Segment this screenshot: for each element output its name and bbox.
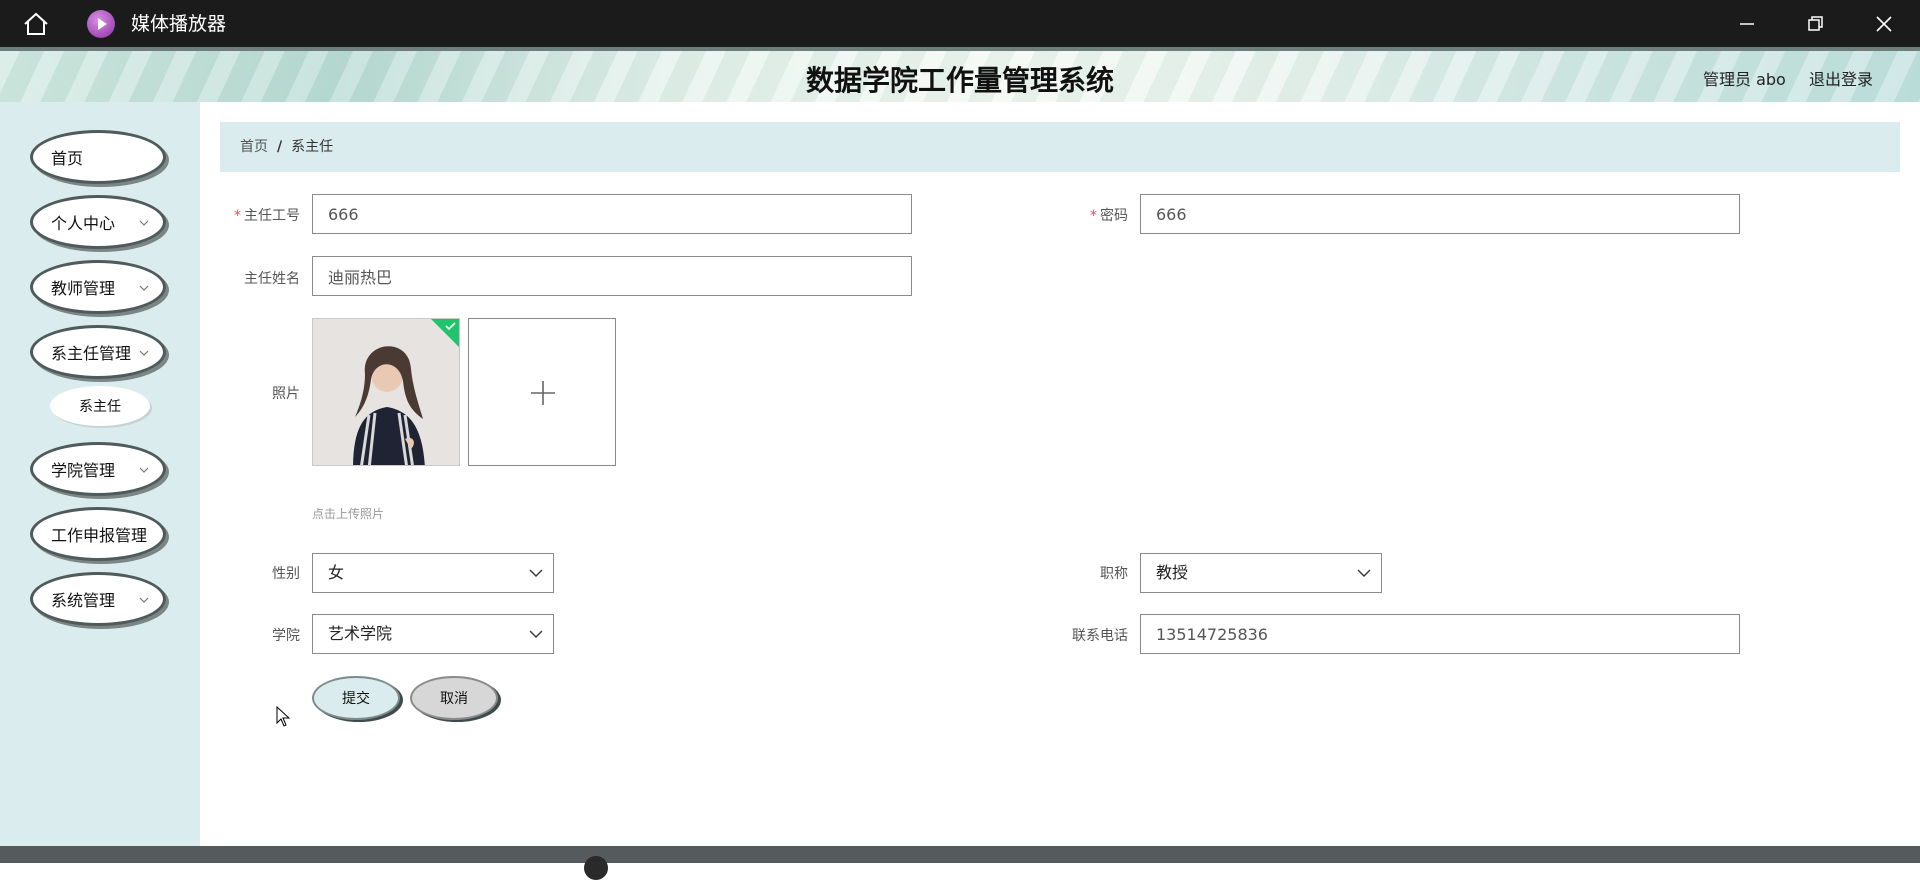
- phone-input[interactable]: [1140, 614, 1740, 654]
- check-icon: [445, 322, 456, 330]
- mouse-cursor-icon: [276, 706, 290, 727]
- college-select[interactable]: 艺术学院: [312, 614, 554, 654]
- sidebar-item-label: 教师管理: [51, 279, 116, 298]
- sidebar-item-system-management[interactable]: 系统管理: [30, 572, 166, 626]
- current-user: 管理员 abo: [1703, 70, 1786, 89]
- breadcrumb-home[interactable]: 首页: [240, 139, 268, 155]
- chevron-down-icon: [529, 569, 543, 577]
- title-select[interactable]: 教授: [1140, 553, 1382, 593]
- sidebar-item-home[interactable]: 首页: [30, 130, 166, 184]
- upload-photo-button[interactable]: [468, 318, 616, 466]
- sidebar-item-label: 系统管理: [51, 591, 116, 610]
- director-id-label: * 主任工号: [234, 208, 300, 224]
- logout-link[interactable]: 退出登录: [1809, 66, 1873, 90]
- sidebar-item-label: 系主任管理: [51, 344, 132, 363]
- submit-button[interactable]: 提交: [312, 676, 400, 720]
- close-icon[interactable]: [1870, 10, 1898, 38]
- college-label: 学院: [272, 628, 300, 644]
- sidebar-item-teacher-management[interactable]: 教师管理: [30, 260, 166, 314]
- chevron-down-icon: [139, 467, 149, 473]
- required-asterisk: *: [234, 208, 241, 224]
- sidebar-item-personal-center[interactable]: 个人中心: [30, 195, 166, 249]
- cancel-button[interactable]: 取消: [410, 676, 498, 720]
- director-name-label: 主任姓名: [244, 271, 300, 287]
- chevron-down-icon: [1357, 569, 1371, 577]
- sidebar-item-director-management[interactable]: 系主任管理: [30, 325, 166, 379]
- home-icon[interactable]: [22, 12, 50, 36]
- title-label: 职称: [1100, 566, 1128, 582]
- photo-label: 照片: [272, 386, 300, 402]
- breadcrumb-current: 系主任: [291, 139, 334, 155]
- sidebar-item-label: 个人中心: [51, 214, 116, 233]
- sidebar-item-label: 首页: [51, 149, 84, 168]
- chevron-down-icon: [529, 630, 543, 638]
- sidebar-item-college-management[interactable]: 学院管理: [30, 442, 166, 496]
- password-input[interactable]: [1140, 194, 1740, 234]
- sidebar-subitem-director[interactable]: 系主任: [50, 386, 150, 426]
- chevron-down-icon: [139, 220, 149, 226]
- gender-select[interactable]: 女: [312, 553, 554, 593]
- scroll-knob[interactable]: [584, 856, 608, 880]
- plus-icon: [531, 381, 555, 405]
- chevron-down-icon: [139, 597, 149, 603]
- window-title: 媒体播放器: [131, 13, 227, 35]
- restore-icon[interactable]: [1801, 10, 1829, 38]
- bottom-bar: [0, 846, 1920, 880]
- title-selected-value: 教授: [1156, 563, 1189, 582]
- college-selected-value: 艺术学院: [328, 624, 393, 643]
- minimize-icon[interactable]: [1733, 10, 1761, 38]
- phone-label: 联系电话: [1072, 628, 1128, 644]
- director-id-input[interactable]: [312, 194, 912, 234]
- sidebar-subitem-label: 系主任: [79, 399, 121, 415]
- sidebar-item-work-report-management[interactable]: 工作申报管理: [30, 507, 166, 561]
- breadcrumb-separator: /: [277, 139, 283, 155]
- director-name-input[interactable]: [312, 256, 912, 296]
- sidebar-item-label: 学院管理: [51, 461, 116, 480]
- breadcrumb: 首页 / 系主任: [220, 122, 1900, 172]
- upload-hint: 点击上传照片: [312, 507, 385, 521]
- system-title: 数据学院工作量管理系统: [805, 64, 1114, 97]
- app-header: 数据学院工作量管理系统 管理员 abo 退出登录: [0, 47, 1920, 102]
- required-asterisk: *: [1090, 208, 1097, 224]
- chevron-down-icon: [139, 350, 149, 356]
- sidebar-item-label: 工作申报管理: [51, 526, 148, 545]
- chevron-down-icon: [139, 285, 149, 291]
- password-label: * 密码: [1090, 208, 1128, 224]
- sidebar: 首页 个人中心 教师管理 系主任管理 系主任 学院管理 工作申报管理 系统管理: [0, 102, 200, 846]
- window-titlebar: 媒体播放器: [0, 0, 1920, 47]
- uploaded-photo[interactable]: [312, 318, 460, 466]
- play-circle-icon: [87, 10, 115, 38]
- gender-selected-value: 女: [328, 563, 345, 582]
- gender-label: 性别: [272, 566, 300, 582]
